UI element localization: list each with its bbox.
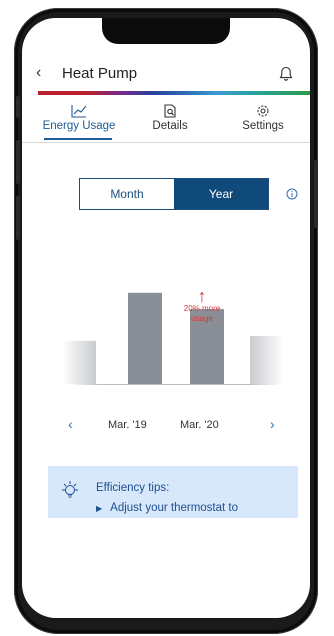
chevron-left-icon[interactable]: ‹ <box>68 416 73 432</box>
side-button-silent <box>16 96 20 118</box>
side-button-volume-up <box>16 140 20 184</box>
tab-energy-usage[interactable]: Energy Usage <box>34 104 124 132</box>
usage-chart: ↑ 20% more usage <box>22 238 310 408</box>
chart-baseline <box>70 384 280 385</box>
x-label-mar-19: Mar. '19 <box>108 419 147 431</box>
line-chart-icon <box>71 105 87 118</box>
bullet-triangle-icon: ▶ <box>96 504 103 513</box>
arrow-up-icon: ↑ <box>197 286 207 306</box>
chart-bar-4[interactable] <box>250 336 284 384</box>
annotation-line-1: 20% more <box>183 304 221 313</box>
side-button-volume-down <box>16 196 20 240</box>
tab-label: Details <box>152 120 188 132</box>
tab-label: Settings <box>242 120 284 132</box>
chevron-right-icon[interactable]: › <box>270 416 275 432</box>
active-tab-indicator <box>44 138 112 140</box>
usage-annotation: ↑ 20% more usage <box>172 286 232 324</box>
efficiency-tips-card[interactable]: Efficiency tips: ▶ Adjust your thermostat… <box>48 466 298 518</box>
tab-label: Energy Usage <box>42 120 116 132</box>
bell-icon[interactable] <box>278 66 294 82</box>
app-screen: ‹ Heat Pump Energy Usage Details Setting… <box>22 18 310 618</box>
phone-notch <box>102 18 230 44</box>
lightbulb-icon <box>62 481 78 498</box>
info-icon[interactable] <box>286 188 298 200</box>
x-label-mar-20: Mar. '20 <box>180 419 219 431</box>
month-toggle-button[interactable]: Month <box>80 179 174 209</box>
brand-color-bar <box>38 91 310 95</box>
page-title: Heat Pump <box>62 65 138 82</box>
tips-title: Efficiency tips: <box>96 482 170 494</box>
side-button-power <box>314 160 318 228</box>
chart-bar-2[interactable] <box>128 292 162 384</box>
gear-icon <box>257 105 269 117</box>
chart-bar-1[interactable] <box>62 340 96 384</box>
app-header: ‹ Heat Pump <box>22 64 310 90</box>
period-toggle: Month Year <box>79 178 269 210</box>
document-search-icon <box>164 104 176 118</box>
tips-item: ▶ Adjust your thermostat to <box>96 502 238 514</box>
tab-details[interactable]: Details <box>140 104 200 132</box>
tips-item-text: Adjust your thermostat to <box>110 502 238 514</box>
tab-settings[interactable]: Settings <box>228 104 298 132</box>
chevron-left-icon[interactable]: ‹ <box>36 64 41 82</box>
year-toggle-button[interactable]: Year <box>174 179 268 209</box>
annotation-line-2: usage <box>191 314 213 323</box>
bar-chart <box>62 292 284 385</box>
tab-divider <box>22 142 310 143</box>
